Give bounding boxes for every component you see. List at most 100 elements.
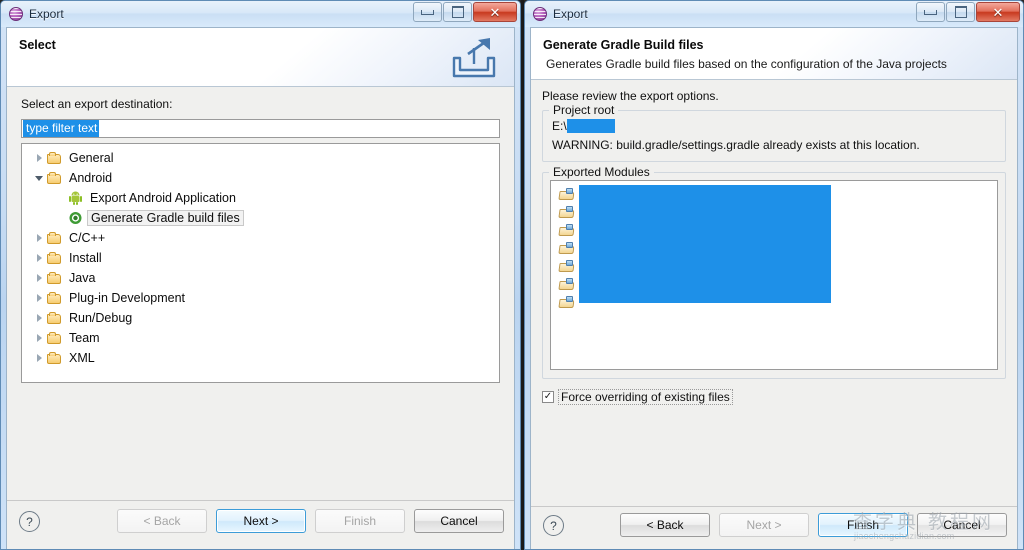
project-folder-icon [559, 206, 575, 220]
project-root-group-title: Project root [549, 103, 619, 117]
tree-item-c-cpp[interactable]: C/C++ [22, 228, 499, 248]
left-titlebar[interactable]: Export ✕ [1, 1, 520, 27]
eclipse-icon [9, 7, 23, 21]
chevron-right-icon[interactable] [32, 314, 46, 322]
chevron-right-icon[interactable] [32, 274, 46, 282]
tree-item-export-android-application[interactable]: Export Android Application [22, 188, 499, 208]
tree-item-label: Android [69, 171, 113, 185]
tree-item-general[interactable]: General [22, 148, 499, 168]
project-folder-icon [559, 278, 575, 292]
project-root-prefix: E:\ [552, 119, 567, 133]
help-icon[interactable]: ? [543, 515, 564, 536]
tree-item-run-debug[interactable]: Run/Debug [22, 308, 499, 328]
close-button[interactable]: ✕ [473, 2, 517, 22]
minimize-button[interactable] [916, 2, 945, 22]
chevron-right-icon[interactable] [32, 234, 46, 242]
project-root-group: Project root E:\ WARNING: build.gradle/s… [542, 103, 1006, 162]
tree-item-plug-in-development[interactable]: Plug-in Development [22, 288, 499, 308]
android-robot-icon [69, 191, 82, 205]
folder-icon [47, 331, 63, 345]
folder-icon [47, 231, 63, 245]
minimize-icon [421, 9, 434, 15]
generate-gradle-window: Export ✕ Generate Gradle Build files Gen… [524, 0, 1024, 550]
project-folder-icon [559, 242, 575, 256]
folder-icon [47, 271, 63, 285]
project-root-path: E:\ [552, 119, 996, 133]
checkbox-box[interactable]: ✓ [542, 391, 554, 403]
back-button[interactable]: < Back [620, 513, 710, 537]
folder-icon [47, 311, 63, 325]
maximize-button[interactable] [443, 2, 472, 22]
tree-item-label: Install [69, 251, 102, 265]
tree-item-label: XML [69, 351, 95, 365]
tree-item-label: Generate Gradle build files [87, 210, 244, 226]
filter-input[interactable]: type filter text [21, 119, 500, 138]
chevron-right-icon[interactable] [32, 294, 46, 302]
project-folder-icon [559, 296, 575, 310]
right-wizard-header: Generate Gradle Build files Generates Gr… [531, 28, 1017, 80]
export-destination-tree[interactable]: General Android Export Android Applicati… [21, 143, 500, 383]
review-instruction: Please review the export options. [542, 89, 719, 103]
export-arrow-icon [452, 38, 496, 78]
check-icon: ✓ [543, 391, 553, 402]
overwrite-warning: WARNING: build.gradle/settings.gradle al… [552, 138, 920, 152]
right-button-bar: ? < Back Next > Finish Cancel [531, 506, 1017, 549]
maximize-button[interactable] [946, 2, 975, 22]
finish-button[interactable]: Finish [818, 513, 908, 537]
next-button: Next > [719, 513, 809, 537]
cancel-button[interactable]: Cancel [414, 509, 504, 533]
export-select-window: Export ✕ Select Select an export destina… [0, 0, 521, 550]
tree-item-generate-gradle-build-files[interactable]: Generate Gradle build files [22, 208, 499, 228]
tree-item-java[interactable]: Java [22, 268, 499, 288]
chevron-right-icon[interactable] [32, 354, 46, 362]
project-folder-icon [559, 188, 575, 202]
tree-item-label: Plug-in Development [69, 291, 186, 305]
folder-icon [47, 251, 63, 265]
minimize-button[interactable] [413, 2, 442, 22]
chevron-right-icon[interactable] [32, 334, 46, 342]
right-content: Please review the export options. Projec… [531, 80, 1017, 405]
destination-prompt: Select an export destination: [21, 97, 173, 111]
next-button[interactable]: Next > [216, 509, 306, 533]
screen: Export ✕ Select Select an export destina… [0, 0, 1024, 550]
tree-item-xml[interactable]: XML [22, 348, 499, 368]
folder-icon [47, 151, 63, 165]
tree-item-label: Team [69, 331, 100, 345]
page-title: Select [19, 38, 56, 52]
window-title: Export [29, 7, 64, 21]
eclipse-icon [533, 7, 547, 21]
project-folder-icon [559, 224, 575, 238]
exported-modules-list[interactable] [550, 180, 998, 370]
left-content: Select an export destination: type filte… [7, 87, 514, 383]
tree-item-team[interactable]: Team [22, 328, 499, 348]
chevron-down-icon[interactable] [32, 175, 46, 181]
cancel-button[interactable]: Cancel [917, 513, 1007, 537]
tree-item-label: Export Android Application [90, 191, 236, 205]
folder-icon [47, 171, 63, 185]
force-override-checkbox[interactable]: ✓ Force overriding of existing files [542, 389, 1006, 405]
finish-button: Finish [315, 509, 405, 533]
left-button-bar: ? < Back Next > Finish Cancel [7, 500, 514, 549]
left-window-controls: ✕ [412, 2, 517, 22]
left-dialog-body: Select Select an export destination: typ… [6, 27, 515, 549]
right-window-controls: ✕ [915, 2, 1020, 22]
help-icon[interactable]: ? [19, 511, 40, 532]
restore-icon [451, 6, 464, 18]
chevron-right-icon[interactable] [32, 154, 46, 162]
tree-item-label: General [69, 151, 114, 165]
close-button[interactable]: ✕ [976, 2, 1020, 22]
project-folder-icon [559, 260, 575, 274]
tree-item-install[interactable]: Install [22, 248, 499, 268]
right-titlebar[interactable]: Export ✕ [525, 1, 1023, 27]
left-wizard-header: Select [7, 28, 514, 87]
close-icon: ✕ [489, 4, 501, 20]
chevron-right-icon[interactable] [32, 254, 46, 262]
tree-item-label: Java [69, 271, 96, 285]
exported-modules-group: Exported Modules [542, 165, 1006, 379]
tree-item-android[interactable]: Android [22, 168, 499, 188]
close-icon: ✕ [992, 4, 1004, 20]
right-dialog-body: Generate Gradle Build files Generates Gr… [530, 27, 1018, 549]
folder-icon [47, 351, 63, 365]
exported-modules-group-title: Exported Modules [549, 165, 654, 179]
redacted-path [566, 119, 615, 133]
